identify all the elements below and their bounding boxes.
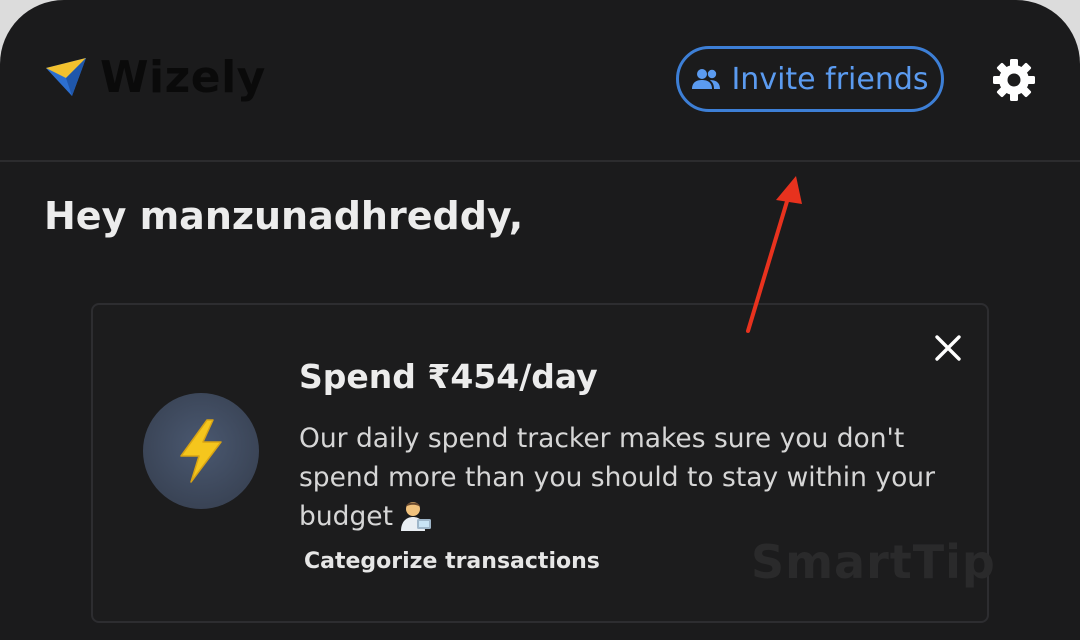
smarttip-watermark: SmartTip — [751, 535, 996, 589]
invite-friends-label: Invite friends — [731, 61, 929, 97]
wizely-logo-icon — [46, 58, 86, 96]
tip-title: Spend ₹454/day — [299, 357, 598, 396]
technologist-emoji — [400, 502, 431, 531]
people-icon — [692, 69, 721, 89]
app-screen: Wizely Invite friends Hey manzunadhreddy… — [0, 0, 1080, 640]
bolt-badge — [143, 393, 259, 509]
app-header: Wizely Invite friends — [0, 0, 1080, 162]
greeting-heading: Hey manzunadhreddy, — [44, 194, 524, 238]
app-name: Wizely — [100, 52, 266, 103]
tip-body: Our daily spend tracker makes sure you d… — [299, 419, 939, 536]
gear-icon[interactable] — [990, 56, 1038, 104]
smart-tip-card: Spend ₹454/day Our daily spend tracker m… — [91, 303, 995, 623]
tip-body-text: Our daily spend tracker makes sure you d… — [299, 423, 935, 532]
close-icon[interactable] — [933, 333, 963, 363]
invite-friends-button[interactable]: Invite friends — [676, 46, 944, 112]
lightning-bolt-icon — [180, 419, 222, 483]
categorize-transactions-link[interactable]: Categorize transactions — [304, 549, 600, 574]
